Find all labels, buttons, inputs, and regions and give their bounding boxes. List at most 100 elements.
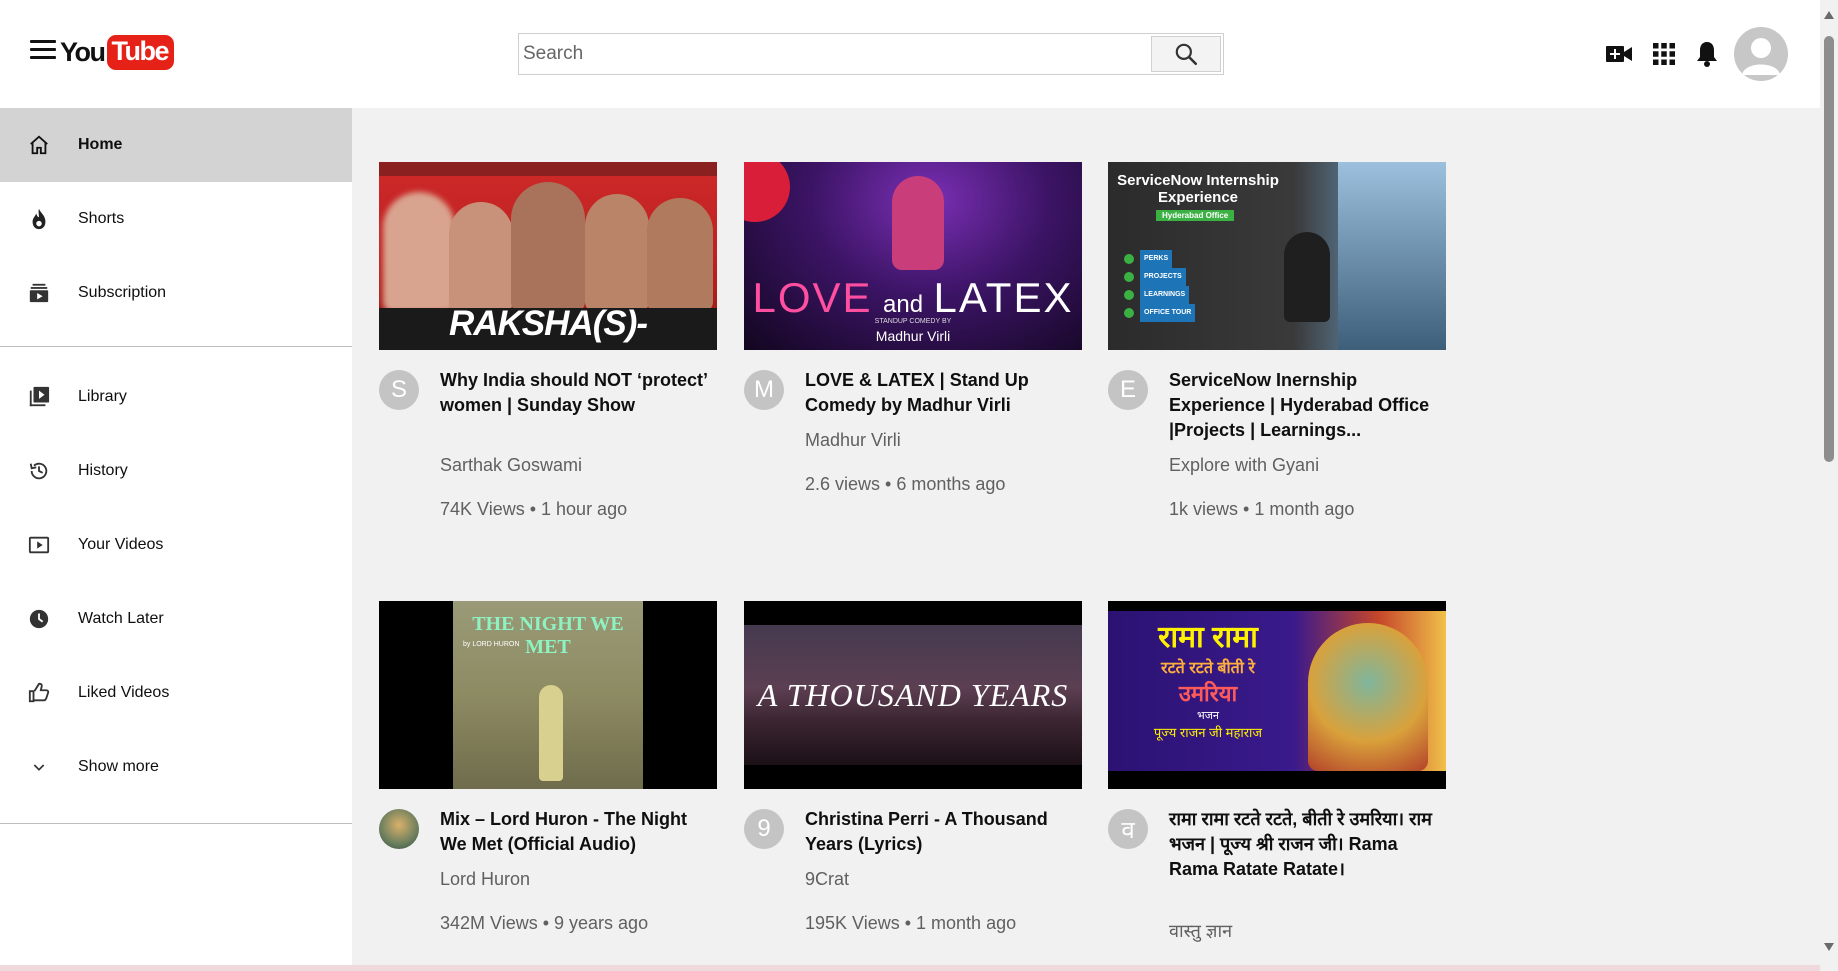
video-thumbnail[interactable]: RAKSHA(S)-BANDHAN <box>379 162 717 350</box>
scroll-down-icon[interactable] <box>1822 940 1836 954</box>
library-icon <box>27 385 51 409</box>
video-stats: 1k views • 1 month ago <box>1169 499 1355 519</box>
channel-name[interactable]: 9Crat <box>805 869 849 890</box>
video-stats: 342M Views • 9 years ago <box>440 913 649 933</box>
sidebar-item-watch-later[interactable]: Watch Later <box>0 582 352 656</box>
search-button[interactable] <box>1151 36 1221 72</box>
video-title[interactable]: Christina Perri - A Thousand Years (Lyri… <box>805 807 1082 857</box>
sidebar-item-label: Home <box>78 136 123 153</box>
youtube-logo[interactable]: You Tube <box>60 34 174 70</box>
channel-avatar[interactable]: E <box>1108 370 1148 410</box>
channel-name[interactable]: Lord Huron <box>440 869 530 890</box>
thumbnail-subtext: STANDUP COMEDY BY <box>874 318 952 325</box>
youtube-app: You Tube Search Home Shorts Subscription… <box>0 0 1838 971</box>
thumbnail-list-item: OFFICE TOUR <box>1140 304 1196 322</box>
channel-avatar[interactable]: M <box>744 370 784 410</box>
thumbnail-text: A THOUSAND YEARS <box>757 677 1069 713</box>
thumbnail-subtext: Madhur Virli <box>875 328 951 344</box>
sidebar-item-label: Subscription <box>78 284 167 301</box>
video-card[interactable]: रामा रामा रटते रटते बीती रे उमरिया भजन प… <box>1108 601 1446 971</box>
video-meta: 9 Christina Perri - A Thousand Years (Ly… <box>744 807 1082 971</box>
sidebar-item-library[interactable]: Library <box>0 360 352 434</box>
thumbnail-subtext: भजन <box>1197 710 1219 722</box>
video-title[interactable]: रामा रामा रटते रटते, बीती रे उमरिया। राम… <box>1169 807 1446 882</box>
thumbnail-list-item: PROJECTS <box>1140 268 1186 286</box>
video-meta: E ServiceNow Inernship Experience | Hyde… <box>1108 368 1446 538</box>
video-camera-icon[interactable] <box>1605 40 1633 68</box>
sidebar-item-shorts[interactable]: Shorts <box>0 182 352 256</box>
video-card[interactable]: A THOUSAND YEARS 9 Christina Perri - A T… <box>744 601 1082 971</box>
sidebar-item-label: Show more <box>78 758 159 775</box>
video-card[interactable]: THE NIGHT WE MET by LORD HURON Mix – Lor… <box>379 601 717 971</box>
video-stats: 74K Views • 1 hour ago <box>440 499 628 519</box>
scroll-up-icon[interactable] <box>1822 8 1836 22</box>
thumbnail-text: रटते रटते बीती रे <box>1161 660 1255 677</box>
video-title[interactable]: Mix – Lord Huron - The Night We Met (Off… <box>440 807 717 857</box>
search-bar <box>518 33 1224 75</box>
thumbnail-subtext: by LORD HURON <box>463 641 520 648</box>
sidebar-divider <box>0 346 352 347</box>
channel-name[interactable]: Madhur Virli <box>805 430 901 451</box>
thumbnail-text: RAKSHA(S)-BANDHAN <box>448 304 648 350</box>
channel-name[interactable]: वास्तु ज्ञान <box>1169 919 1232 943</box>
video-title[interactable]: Why India should NOT ‘protect’ women | S… <box>440 368 717 418</box>
video-thumbnail[interactable]: THE NIGHT WE MET by LORD HURON <box>379 601 717 789</box>
page-scrollbar[interactable] <box>1820 0 1838 971</box>
video-title[interactable]: ServiceNow Inernship Experience | Hydera… <box>1169 368 1446 443</box>
subscriptions-icon <box>27 281 51 305</box>
chevron-down-icon <box>27 755 51 779</box>
search-input[interactable] <box>519 34 1151 74</box>
sidebar-item-label: Library <box>78 388 127 405</box>
sidebar-item-show-more[interactable]: Show more <box>0 730 352 804</box>
thumbnail-text: उमरिया <box>1178 681 1238 706</box>
clock-icon <box>27 607 51 631</box>
channel-avatar[interactable] <box>379 809 419 849</box>
channel-name[interactable]: Explore with Gyani <box>1169 455 1319 476</box>
your-videos-icon <box>27 533 51 557</box>
sidebar-item-label: Watch Later <box>78 610 164 627</box>
thumbnail-list-item: PERKS <box>1140 250 1173 268</box>
sidebar-item-home[interactable]: Home <box>0 108 352 182</box>
channel-avatar[interactable]: S <box>379 370 419 410</box>
scrollbar-thumb[interactable] <box>1824 36 1834 462</box>
apps-grid-icon[interactable] <box>1650 40 1678 68</box>
video-thumbnail[interactable]: ServiceNow Internship Experience Hyderab… <box>1108 162 1446 350</box>
video-stats: 2.6 views • 6 months ago <box>805 474 1006 494</box>
sidebar-item-label: Your Videos <box>78 536 164 553</box>
thumbnail-subtext: पूज्य राजन जी महाराज <box>1153 725 1263 740</box>
thumbnail-text: Experience <box>1157 189 1239 206</box>
thumbnail-list-item: LEARNINGS <box>1140 286 1190 304</box>
home-icon <box>27 133 51 157</box>
channel-avatar[interactable]: 9 <box>744 809 784 849</box>
video-card[interactable]: ServiceNow Internship Experience Hyderab… <box>1108 162 1446 538</box>
thumbs-up-icon <box>27 681 51 705</box>
sidebar-item-label: History <box>78 462 128 479</box>
video-grid: RAKSHA(S)-BANDHAN S Why India should NOT… <box>352 108 1820 971</box>
search-icon <box>1175 43 1198 66</box>
video-thumbnail[interactable]: रामा रामा रटते रटते बीती रे उमरिया भजन प… <box>1108 601 1446 789</box>
channel-avatar[interactable]: व <box>1108 809 1148 849</box>
video-thumbnail[interactable]: A THOUSAND YEARS <box>744 601 1082 789</box>
video-card[interactable]: RAKSHA(S)-BANDHAN S Why India should NOT… <box>379 162 717 538</box>
video-thumbnail[interactable]: LOVE and LATEX STANDUP COMEDY BY Madhur … <box>744 162 1082 350</box>
sidebar-item-history[interactable]: History <box>0 434 352 508</box>
video-stats: 195K Views • 1 month ago <box>805 913 1017 933</box>
sidebar-item-subscription[interactable]: Subscription <box>0 256 352 330</box>
thumbnail-text: ServiceNow Internship <box>1117 172 1279 189</box>
sidebar-item-liked-videos[interactable]: Liked Videos <box>0 656 352 730</box>
thumbnail-text: and <box>883 291 924 318</box>
user-avatar-icon[interactable] <box>1734 27 1788 81</box>
menu-icon[interactable] <box>30 40 56 62</box>
logo-tube-text: Tube <box>106 34 174 70</box>
bell-icon[interactable] <box>1693 40 1721 68</box>
history-icon <box>27 459 51 483</box>
video-title[interactable]: LOVE & LATEX | Stand Up Comedy by Madhur… <box>805 368 1082 418</box>
sidebar-item-your-videos[interactable]: Your Videos <box>0 508 352 582</box>
logo-you-text: You <box>60 36 106 67</box>
video-card[interactable]: LOVE and LATEX STANDUP COMEDY BY Madhur … <box>744 162 1082 538</box>
channel-name[interactable]: Sarthak Goswami <box>440 455 582 476</box>
video-meta: व रामा रामा रटते रटते, बीती रे उमरिया। र… <box>1108 807 1446 971</box>
window-bottom-edge <box>0 965 1820 971</box>
video-meta: Mix – Lord Huron - The Night We Met (Off… <box>379 807 717 971</box>
thumbnail-text: LATEX <box>933 274 1074 321</box>
